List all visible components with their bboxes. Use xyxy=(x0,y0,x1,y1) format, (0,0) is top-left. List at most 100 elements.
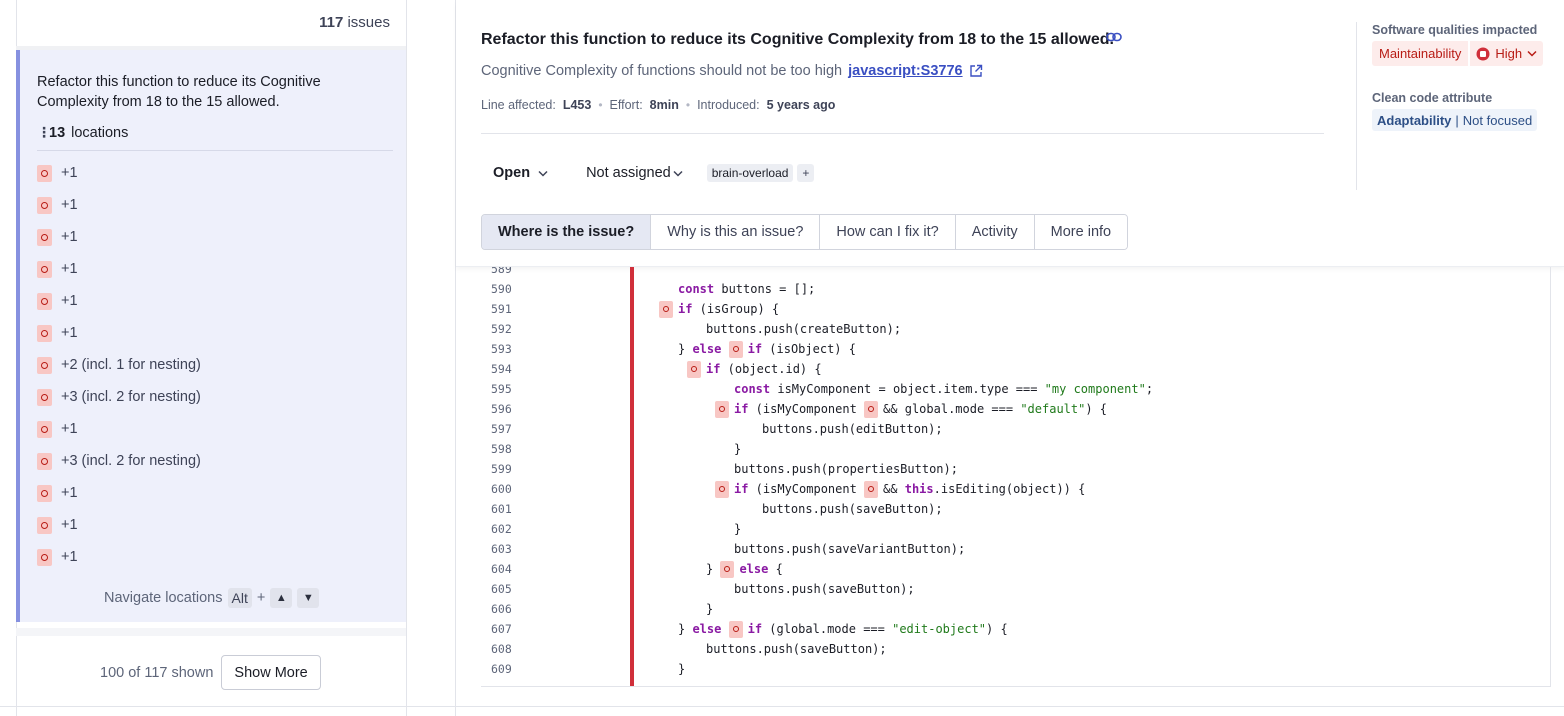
complexity-marker-icon[interactable] xyxy=(715,400,729,418)
complexity-marker-icon[interactable] xyxy=(864,480,879,498)
line-number[interactable]: 608 xyxy=(491,642,531,656)
link-icon[interactable] xyxy=(1106,30,1122,44)
code-text: } else if (global.mode === "edit-object"… xyxy=(678,620,1008,638)
code-token: buttons.push(saveVariantButton); xyxy=(734,542,966,556)
line-affected-value[interactable]: L453 xyxy=(563,98,592,112)
location-item[interactable]: +1 xyxy=(37,515,78,535)
tab-activity[interactable]: Activity xyxy=(955,215,1035,249)
code-text: buttons.push(propertiesButton); xyxy=(734,462,958,476)
code-token: buttons = []; xyxy=(714,282,816,296)
line-number[interactable]: 590 xyxy=(491,282,531,296)
complexity-marker-icon[interactable] xyxy=(864,400,879,418)
line-number[interactable]: 605 xyxy=(491,582,531,596)
selected-issue-card[interactable]: Refactor this function to reduce its Cog… xyxy=(16,50,406,622)
code-keyword: const xyxy=(678,282,715,296)
location-label: +2 (incl. 1 for nesting) xyxy=(61,357,201,373)
code-token: buttons.push(editButton); xyxy=(762,422,943,436)
line-number[interactable]: 593 xyxy=(491,342,531,356)
line-number[interactable]: 591 xyxy=(491,302,531,316)
location-item[interactable]: +1 xyxy=(37,259,78,279)
code-text: if (isMyComponent && global.mode === "de… xyxy=(715,400,1107,418)
location-item[interactable]: +1 xyxy=(37,163,78,183)
location-item[interactable]: +1 xyxy=(37,547,78,567)
complexity-marker-icon xyxy=(37,484,52,502)
assignee-dropdown[interactable]: Not assigned xyxy=(586,165,683,181)
status-dropdown[interactable]: Open xyxy=(493,165,548,181)
code-keyword: else xyxy=(739,562,769,576)
line-number[interactable]: 606 xyxy=(491,602,531,616)
high-severity-icon xyxy=(1476,47,1490,60)
code-line: 608 buttons.push(saveButton); xyxy=(481,639,1550,659)
tab-more-info[interactable]: More info xyxy=(1034,215,1128,249)
code-keyword: const xyxy=(734,382,771,396)
issue-card-title[interactable]: Refactor this function to reduce its Cog… xyxy=(37,72,367,112)
more-vertical-icon: ⋮ xyxy=(37,124,51,140)
complexity-marker-icon xyxy=(37,196,52,214)
line-number[interactable]: 602 xyxy=(491,522,531,536)
divider xyxy=(16,628,406,636)
effort-value: 8min xyxy=(649,98,679,112)
code-line: 605 buttons.push(saveButton); xyxy=(481,579,1550,599)
complexity-marker-icon[interactable] xyxy=(659,300,673,318)
severity-dropdown[interactable]: High xyxy=(1468,41,1543,66)
complexity-marker-icon xyxy=(37,292,52,310)
location-item[interactable]: +2 (incl. 1 for nesting) xyxy=(37,355,201,375)
locations-toggle[interactable]: ⋮ 13 locations xyxy=(37,124,128,141)
complexity-marker-icon[interactable] xyxy=(728,620,743,638)
code-line: 593} else if (isObject) { xyxy=(481,339,1550,359)
software-quality-badge[interactable]: Maintainability High xyxy=(1372,41,1544,66)
line-number[interactable]: 600 xyxy=(491,482,531,496)
divider xyxy=(481,133,1324,134)
complexity-marker-icon xyxy=(37,260,52,278)
line-number[interactable]: 598 xyxy=(491,442,531,456)
complexity-marker-icon[interactable] xyxy=(728,340,743,358)
code-token: ) { xyxy=(986,622,1008,636)
plus-sign: + xyxy=(256,590,266,606)
line-number[interactable]: 594 xyxy=(491,362,531,376)
code-text: } else { xyxy=(706,560,783,578)
external-link-icon[interactable] xyxy=(969,64,983,78)
complexity-marker-icon xyxy=(37,356,52,374)
location-item[interactable]: +1 xyxy=(37,419,78,439)
location-item[interactable]: +3 (incl. 2 for nesting) xyxy=(37,451,201,471)
line-number[interactable]: 592 xyxy=(491,322,531,336)
code-string: "my component" xyxy=(1044,382,1146,396)
line-number[interactable]: 595 xyxy=(491,382,531,396)
code-token: isMyComponent = object.item.type === xyxy=(770,382,1045,396)
complexity-marker-icon[interactable] xyxy=(720,560,735,578)
code-viewer[interactable]: 589 590 const buttons = []; 591 if (isGroup)… xyxy=(481,267,1551,687)
line-number[interactable]: 609 xyxy=(491,662,531,676)
line-number[interactable]: 601 xyxy=(491,502,531,516)
tab-why-is-this-an-issue[interactable]: Why is this an issue? xyxy=(651,215,821,249)
location-item[interactable]: +1 xyxy=(37,227,78,247)
code-token: { xyxy=(768,562,783,576)
chevron-down-icon xyxy=(673,170,683,177)
line-number[interactable]: 599 xyxy=(491,462,531,476)
rule-link[interactable]: javascript:S3776 xyxy=(848,63,962,79)
location-label: +1 xyxy=(61,325,78,341)
divider xyxy=(0,706,1564,707)
show-more-button[interactable]: Show More xyxy=(221,655,321,690)
tab-how-can-i-fix-it[interactable]: How can I fix it? xyxy=(820,215,956,249)
tab-where-is-the-issue[interactable]: Where is the issue? xyxy=(482,215,652,249)
complexity-marker-icon[interactable] xyxy=(687,360,701,378)
add-tag-button[interactable]: + xyxy=(797,164,815,182)
code-text: buttons.push(saveButton); xyxy=(762,502,943,516)
tag-badge[interactable]: brain-overload xyxy=(706,164,794,182)
shown-count: 100 of 117 shown xyxy=(100,664,214,681)
location-item[interactable]: +1 xyxy=(37,323,78,343)
effort-label: Effort: xyxy=(609,98,643,112)
complexity-marker-icon[interactable] xyxy=(715,480,729,498)
line-number[interactable]: 603 xyxy=(491,542,531,556)
location-item[interactable]: +1 xyxy=(37,195,78,215)
location-item[interactable]: +3 (incl. 2 for nesting) xyxy=(37,387,201,407)
line-number[interactable]: 607 xyxy=(491,622,531,636)
line-number[interactable]: 597 xyxy=(491,422,531,436)
location-label: +1 xyxy=(61,197,78,213)
line-number[interactable]: 596 xyxy=(491,402,531,416)
location-item[interactable]: +1 xyxy=(37,483,78,503)
location-item[interactable]: +1 xyxy=(37,291,78,311)
line-number[interactable]: 589 xyxy=(491,267,531,276)
line-number[interactable]: 604 xyxy=(491,562,531,576)
